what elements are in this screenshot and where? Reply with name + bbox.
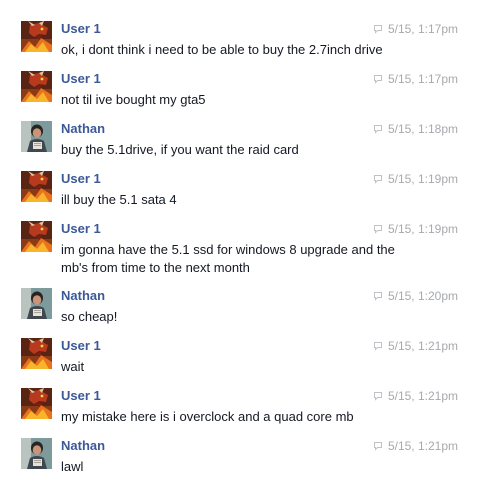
message-meta: 5/15, 1:17pm bbox=[373, 21, 458, 37]
timestamp: 5/15, 1:18pm bbox=[387, 122, 458, 136]
timestamp: 5/15, 1:19pm bbox=[387, 172, 458, 186]
dragon-avatar[interactable] bbox=[21, 388, 52, 419]
timestamp: 5/15, 1:21pm bbox=[387, 439, 458, 453]
chat-bubble-icon bbox=[373, 441, 383, 451]
dragon-avatar[interactable] bbox=[21, 21, 52, 52]
timestamp: 5/15, 1:20pm bbox=[387, 289, 458, 303]
message-meta: 5/15, 1:18pm bbox=[373, 121, 458, 137]
message-meta: 5/15, 1:19pm bbox=[373, 171, 458, 187]
message-text: lawl bbox=[61, 459, 84, 474]
message-text: wait bbox=[61, 359, 85, 374]
timestamp: 5/15, 1:21pm bbox=[387, 389, 458, 403]
dragon-avatar[interactable] bbox=[21, 338, 52, 369]
chat-bubble-icon bbox=[373, 24, 383, 34]
sender-name[interactable]: User 1 bbox=[61, 71, 101, 87]
dragon-avatar[interactable] bbox=[21, 71, 52, 102]
sender-name[interactable]: Nathan bbox=[61, 438, 105, 454]
dragon-avatar[interactable] bbox=[21, 221, 52, 252]
message-meta: 5/15, 1:21pm bbox=[373, 338, 458, 354]
message-meta: 5/15, 1:17pm bbox=[373, 71, 458, 87]
message-text: buy the 5.1drive, if you want the raid c… bbox=[61, 142, 299, 157]
message-text: im gonna have the 5.1 ssd for windows 8 … bbox=[61, 242, 395, 275]
person-avatar[interactable] bbox=[21, 438, 52, 469]
message-meta: 5/15, 1:21pm bbox=[373, 388, 458, 404]
sender-name[interactable]: Nathan bbox=[61, 121, 105, 137]
chat-bubble-icon bbox=[373, 124, 383, 134]
chat-bubble-icon bbox=[373, 391, 383, 401]
chat-bubble-icon bbox=[373, 74, 383, 84]
timestamp: 5/15, 1:17pm bbox=[387, 22, 458, 36]
dragon-avatar[interactable] bbox=[21, 171, 52, 202]
timestamp: 5/15, 1:19pm bbox=[387, 222, 458, 236]
person-avatar[interactable] bbox=[21, 288, 52, 319]
sender-name[interactable]: Nathan bbox=[61, 288, 105, 304]
sender-name[interactable]: User 1 bbox=[61, 338, 101, 354]
sender-name[interactable]: User 1 bbox=[61, 21, 101, 37]
chat-bubble-icon bbox=[373, 224, 383, 234]
message-meta: 5/15, 1:19pm bbox=[373, 221, 458, 237]
sender-name[interactable]: User 1 bbox=[61, 171, 101, 187]
message-meta: 5/15, 1:20pm bbox=[373, 288, 458, 304]
timestamp: 5/15, 1:17pm bbox=[387, 72, 458, 86]
message-text: so cheap! bbox=[61, 309, 118, 324]
person-avatar[interactable] bbox=[21, 121, 52, 152]
sender-name[interactable]: User 1 bbox=[61, 388, 101, 404]
message-text: ill buy the 5.1 sata 4 bbox=[61, 192, 177, 207]
message-text: not til ive bought my gta5 bbox=[61, 92, 206, 107]
chat-thread: User 1 5/15, 1:17pm ok, i dont think i n… bbox=[0, 0, 481, 492]
sender-name[interactable]: User 1 bbox=[61, 221, 101, 237]
message-meta: 5/15, 1:21pm bbox=[373, 438, 458, 454]
message-text: ok, i dont think i need to be able to bu… bbox=[61, 42, 383, 57]
timestamp: 5/15, 1:21pm bbox=[387, 339, 458, 353]
message-text: my mistake here is i overclock and a qua… bbox=[61, 409, 354, 424]
chat-bubble-icon bbox=[373, 341, 383, 351]
chat-bubble-icon bbox=[373, 291, 383, 301]
chat-bubble-icon bbox=[373, 174, 383, 184]
